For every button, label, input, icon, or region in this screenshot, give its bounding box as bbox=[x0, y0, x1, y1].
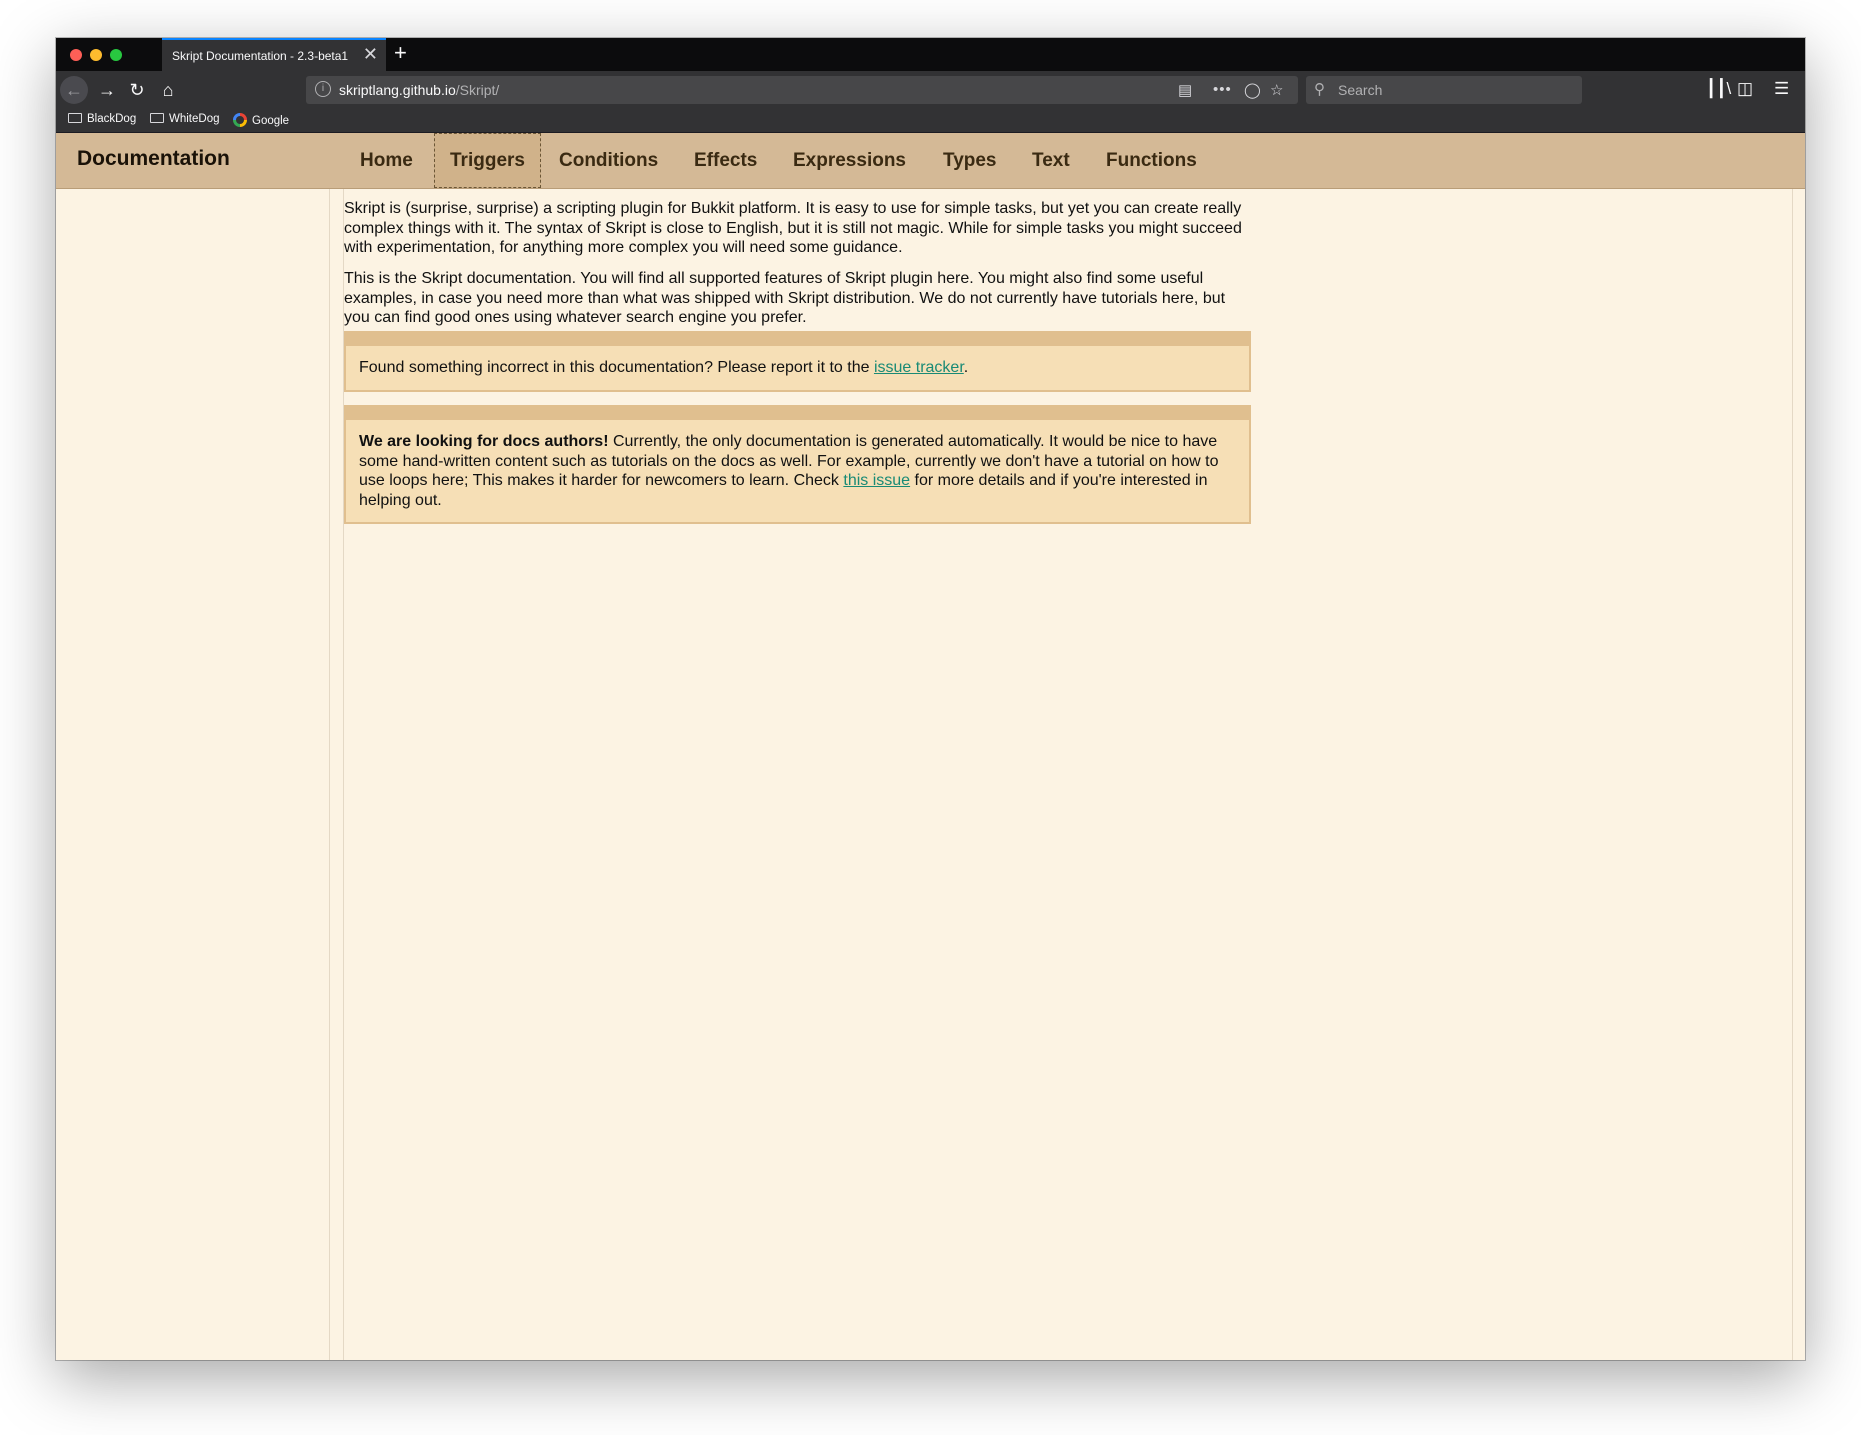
site-navbar: Documentation Home Triggers Conditions E… bbox=[56, 133, 1805, 189]
main-content: Skript is (surprise, surprise) a scripti… bbox=[343, 189, 1793, 1360]
bookmark-whitedog[interactable]: WhiteDog bbox=[150, 113, 220, 125]
folder-icon bbox=[68, 113, 82, 123]
notice-heading: We are looking for docs authors! bbox=[359, 433, 609, 450]
new-tab-button[interactable]: + bbox=[394, 40, 407, 66]
menu-icon[interactable]: ☰ bbox=[1774, 79, 1789, 99]
pocket-icon[interactable]: ◯ bbox=[1244, 81, 1261, 99]
bookmarks-toolbar: BlackDog WhiteDog Google bbox=[56, 109, 1805, 133]
site-brand[interactable]: Documentation bbox=[77, 147, 230, 171]
search-bar[interactable]: ⚲ Search bbox=[1306, 76, 1582, 104]
right-sidebar bbox=[1792, 189, 1805, 1360]
nav-conditions[interactable]: Conditions bbox=[559, 133, 658, 188]
bookmark-google[interactable]: Google bbox=[233, 113, 289, 127]
navigation-toolbar: ← → ↻ ⌂ i skriptlang.github.io/Skript/ ▤… bbox=[56, 71, 1805, 109]
library-icon[interactable]: ┃┃\ bbox=[1706, 79, 1731, 99]
bookmark-blackdog[interactable]: BlackDog bbox=[68, 113, 136, 125]
docs-authors-notice: We are looking for docs authors! Current… bbox=[344, 405, 1251, 524]
intro-paragraph-2: This is the Skript documentation. You wi… bbox=[344, 270, 1226, 326]
forward-icon[interactable]: → bbox=[93, 76, 121, 104]
issue-tracker-notice: Found something incorrect in this docume… bbox=[344, 331, 1251, 392]
url-bar[interactable]: i skriptlang.github.io/Skript/ ▤ ••• ◯ ☆ bbox=[306, 76, 1298, 104]
browser-window: Skript Documentation - 2.3-beta1 ✕ + ← →… bbox=[56, 38, 1805, 1360]
page-actions-icon[interactable]: ••• bbox=[1213, 81, 1232, 98]
notice-body: We are looking for docs authors! Current… bbox=[359, 433, 1219, 509]
nav-text[interactable]: Text bbox=[1032, 133, 1070, 188]
nav-home[interactable]: Home bbox=[360, 133, 413, 188]
nav-triggers[interactable]: Triggers bbox=[434, 133, 541, 188]
left-sidebar bbox=[56, 189, 330, 1360]
web-page: Documentation Home Triggers Conditions E… bbox=[56, 133, 1805, 1360]
nav-functions[interactable]: Functions bbox=[1106, 133, 1197, 188]
url-text: skriptlang.github.io/Skript/ bbox=[339, 82, 500, 98]
google-icon bbox=[233, 113, 247, 127]
close-tab-icon[interactable]: ✕ bbox=[363, 44, 378, 65]
notice-header-bar bbox=[346, 407, 1249, 420]
maximize-window-button[interactable] bbox=[110, 49, 122, 61]
minimize-window-button[interactable] bbox=[90, 49, 102, 61]
close-window-button[interactable] bbox=[70, 49, 82, 61]
notice-body: Found something incorrect in this docume… bbox=[359, 359, 969, 376]
reload-icon[interactable]: ↻ bbox=[123, 76, 151, 104]
tab-title: Skript Documentation - 2.3-beta1 bbox=[172, 49, 349, 63]
search-icon: ⚲ bbox=[1314, 81, 1325, 98]
nav-effects[interactable]: Effects bbox=[694, 133, 757, 188]
this-issue-link[interactable]: this issue bbox=[843, 472, 910, 489]
nav-expressions[interactable]: Expressions bbox=[793, 133, 906, 188]
intro-paragraph-1: Skript is (surprise, surprise) a scripti… bbox=[344, 200, 1242, 256]
sidebar-toggle-icon[interactable]: ◫ bbox=[1737, 79, 1753, 99]
issue-tracker-link[interactable]: issue tracker bbox=[874, 359, 964, 376]
folder-icon bbox=[150, 113, 164, 123]
browser-tab[interactable]: Skript Documentation - 2.3-beta1 ✕ bbox=[162, 38, 386, 71]
back-icon[interactable]: ← bbox=[60, 76, 88, 104]
site-info-icon[interactable]: i bbox=[315, 81, 331, 97]
notice-header-bar bbox=[346, 333, 1249, 346]
home-icon[interactable]: ⌂ bbox=[154, 76, 182, 104]
nav-types[interactable]: Types bbox=[943, 133, 997, 188]
bookmark-star-icon[interactable]: ☆ bbox=[1270, 81, 1283, 99]
reader-view-icon[interactable]: ▤ bbox=[1178, 81, 1192, 99]
search-placeholder: Search bbox=[1338, 82, 1383, 98]
tab-strip: Skript Documentation - 2.3-beta1 ✕ + bbox=[56, 38, 1805, 71]
